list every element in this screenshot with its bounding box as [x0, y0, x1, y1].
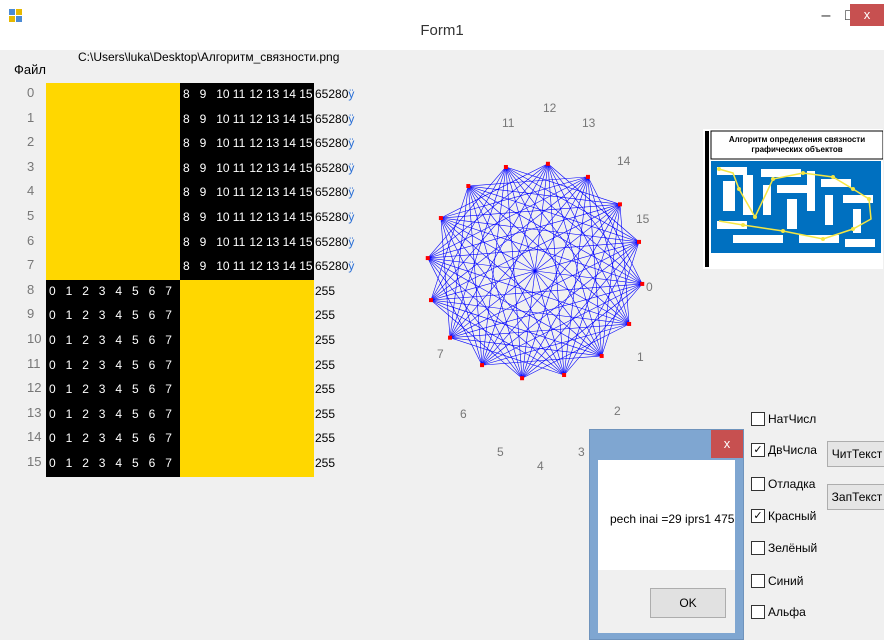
- checkbox-box[interactable]: [751, 605, 765, 619]
- graph-node-label: 1: [637, 350, 644, 364]
- checkbox-box[interactable]: [751, 412, 765, 426]
- graph-edge: [427, 257, 483, 366]
- checkbox-box[interactable]: [751, 541, 765, 555]
- graph-node: [466, 184, 471, 189]
- graph-edge: [449, 176, 589, 338]
- graph-edge: [449, 337, 565, 376]
- checkbox-box[interactable]: [751, 574, 765, 588]
- graph-node-label: 5: [497, 445, 504, 459]
- graph-edge: [468, 185, 565, 376]
- dialog-footer: OK: [598, 570, 735, 633]
- graph-node: [520, 376, 525, 381]
- graph-edge: [481, 355, 602, 366]
- graph-node: [585, 174, 590, 179]
- graph-edge: [430, 204, 621, 301]
- graph-node: [617, 202, 622, 207]
- dialog-close-button[interactable]: x: [711, 430, 743, 458]
- graph-node: [438, 216, 443, 221]
- graph-edge: [468, 185, 630, 325]
- graph-node-label: 12: [543, 101, 557, 115]
- graph-edge: [521, 323, 630, 379]
- graph-edge: [430, 241, 640, 301]
- checkbox-label: Синий: [768, 574, 804, 588]
- graph-node-label: 14: [617, 154, 631, 168]
- graph-edge: [440, 217, 602, 357]
- preview-image: Алгоритм определения связности графическ…: [703, 129, 883, 269]
- graph-node: [599, 353, 604, 358]
- checkbox-checked-icon[interactable]: ✓: [751, 443, 765, 457]
- graph-node: [480, 363, 485, 368]
- graph-edge: [563, 283, 643, 376]
- checkbox-label: Отладка: [768, 477, 816, 491]
- graph-node: [545, 161, 550, 166]
- graph-node: [562, 373, 567, 378]
- graph-node-label: 15: [636, 212, 650, 226]
- graph-edge: [430, 185, 469, 301]
- graph-node: [428, 298, 433, 303]
- graph-edge: [601, 241, 640, 357]
- graph-edge: [547, 163, 640, 243]
- graph-edge: [619, 204, 630, 325]
- graph-edge: [427, 166, 507, 259]
- graph-node: [503, 164, 508, 169]
- graph-edge: [587, 176, 643, 285]
- graph-node-label: 2: [614, 404, 621, 418]
- graph-node: [637, 239, 642, 244]
- graph-node-label: 13: [582, 116, 596, 130]
- graph-node-label: 0: [646, 280, 653, 294]
- graph-edge: [449, 241, 640, 338]
- graph-edge: [505, 166, 602, 357]
- graph-edge: [468, 176, 589, 187]
- graph-node: [627, 321, 632, 326]
- graph-edge: [430, 299, 523, 379]
- dialog-ok-button[interactable]: OK: [650, 588, 726, 618]
- graph-node-label: 11: [502, 116, 515, 130]
- graph-node: [448, 335, 453, 340]
- checkbox-checked-icon[interactable]: ✓: [751, 509, 765, 523]
- graph-edge: [440, 163, 549, 219]
- graph-node-label: 4: [537, 459, 544, 473]
- graph-node-label: 6: [460, 407, 467, 421]
- read-text-button[interactable]: ЧитТекст: [827, 441, 884, 467]
- graph-node: [425, 256, 430, 261]
- graph-node-label: 7: [437, 347, 444, 361]
- checkbox-label: ДвЧисла: [768, 443, 817, 457]
- checkbox-box[interactable]: [751, 477, 765, 491]
- message-dialog: x pech inai =29 iprs1 475 OK: [589, 429, 744, 640]
- graph-node-label: 3: [578, 445, 585, 459]
- graph-edge: [505, 166, 621, 205]
- graph-edge: [440, 217, 451, 338]
- graph-edges: [427, 163, 643, 379]
- write-text-button[interactable]: ЗапТекст: [827, 484, 884, 510]
- checkbox-label: Альфа: [768, 605, 806, 619]
- dialog-message: pech inai =29 iprs1 475: [610, 512, 735, 526]
- preview-title: Алгоритм определения связности графическ…: [728, 135, 866, 154]
- checkbox-label: НатЧисл: [768, 412, 817, 426]
- checkbox-label: Зелёный: [768, 541, 818, 555]
- graph-edge: [481, 204, 621, 366]
- graph-node: [640, 281, 645, 286]
- dialog-body: pech inai =29 iprs1 475: [598, 460, 735, 570]
- checkbox-label: Красный: [768, 509, 817, 523]
